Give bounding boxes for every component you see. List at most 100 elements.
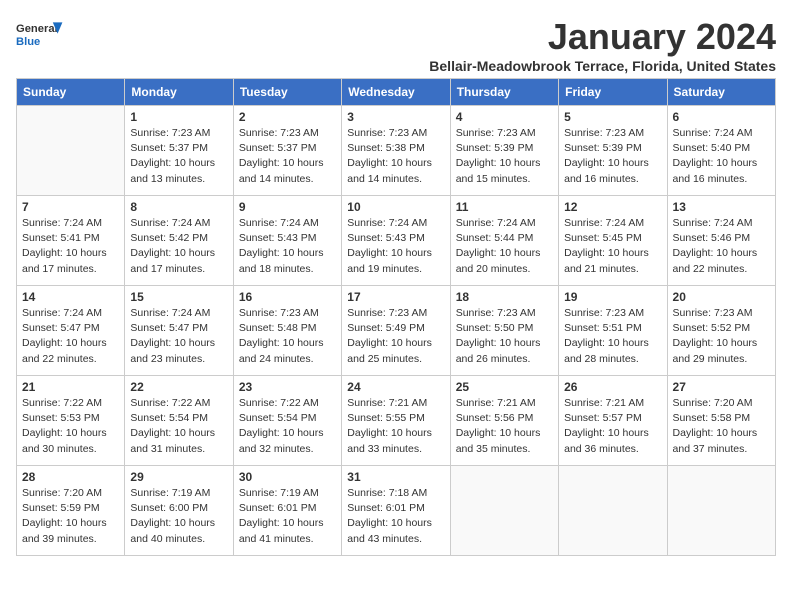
day-info: Sunrise: 7:21 AM Sunset: 5:56 PM Dayligh…: [456, 396, 553, 457]
day-number: 3: [347, 110, 444, 124]
day-cell: 14 Sunrise: 7:24 AM Sunset: 5:47 PM Dayli…: [17, 286, 125, 376]
day-number: 6: [673, 110, 770, 124]
weekday-header-tuesday: Tuesday: [233, 79, 341, 106]
svg-text:Blue: Blue: [16, 36, 40, 48]
calendar-table: SundayMondayTuesdayWednesdayThursdayFrid…: [16, 78, 776, 556]
day-number: 18: [456, 290, 553, 304]
day-cell: [450, 466, 558, 556]
day-cell: 10 Sunrise: 7:24 AM Sunset: 5:43 PM Dayli…: [342, 196, 450, 286]
day-info: Sunrise: 7:23 AM Sunset: 5:37 PM Dayligh…: [130, 126, 227, 187]
day-info: Sunrise: 7:23 AM Sunset: 5:48 PM Dayligh…: [239, 306, 336, 367]
day-cell: 25 Sunrise: 7:21 AM Sunset: 5:56 PM Dayli…: [450, 376, 558, 466]
day-number: 1: [130, 110, 227, 124]
day-number: 14: [22, 290, 119, 304]
day-info: Sunrise: 7:19 AM Sunset: 6:01 PM Dayligh…: [239, 486, 336, 547]
day-info: Sunrise: 7:24 AM Sunset: 5:47 PM Dayligh…: [130, 306, 227, 367]
day-info: Sunrise: 7:23 AM Sunset: 5:37 PM Dayligh…: [239, 126, 336, 187]
day-info: Sunrise: 7:23 AM Sunset: 5:38 PM Dayligh…: [347, 126, 444, 187]
day-cell: 5 Sunrise: 7:23 AM Sunset: 5:39 PM Daylig…: [559, 106, 667, 196]
day-info: Sunrise: 7:23 AM Sunset: 5:51 PM Dayligh…: [564, 306, 661, 367]
day-cell: 27 Sunrise: 7:20 AM Sunset: 5:58 PM Dayli…: [667, 376, 775, 466]
day-cell: 4 Sunrise: 7:23 AM Sunset: 5:39 PM Daylig…: [450, 106, 558, 196]
day-number: 29: [130, 470, 227, 484]
day-cell: 2 Sunrise: 7:23 AM Sunset: 5:37 PM Daylig…: [233, 106, 341, 196]
day-number: 31: [347, 470, 444, 484]
day-number: 5: [564, 110, 661, 124]
day-cell: 18Sunrise: 7:23 AM Sunset: 5:50 PM Dayli…: [450, 286, 558, 376]
day-info: Sunrise: 7:23 AM Sunset: 5:49 PM Dayligh…: [347, 306, 444, 367]
day-number: 17: [347, 290, 444, 304]
day-number: 28: [22, 470, 119, 484]
day-number: 26: [564, 380, 661, 394]
day-cell: 12 Sunrise: 7:24 AM Sunset: 5:45 PM Dayli…: [559, 196, 667, 286]
day-cell: 3 Sunrise: 7:23 AM Sunset: 5:38 PM Daylig…: [342, 106, 450, 196]
day-cell: [17, 106, 125, 196]
day-info: Sunrise: 7:23 AM Sunset: 5:39 PM Dayligh…: [456, 126, 553, 187]
title-block: January 2024 Bellair-Meadowbrook Terrace…: [429, 16, 776, 74]
day-number: 4: [456, 110, 553, 124]
day-cell: 28 Sunrise: 7:20 AM Sunset: 5:59 PM Dayli…: [17, 466, 125, 556]
day-cell: 20 Sunrise: 7:23 AM Sunset: 5:52 PM Dayli…: [667, 286, 775, 376]
day-cell: [667, 466, 775, 556]
day-number: 24: [347, 380, 444, 394]
week-row-4: 21Sunrise: 7:22 AM Sunset: 5:53 PM Dayli…: [17, 376, 776, 466]
month-title: January 2024: [429, 16, 776, 58]
day-number: 22: [130, 380, 227, 394]
day-info: Sunrise: 7:23 AM Sunset: 5:39 PM Dayligh…: [564, 126, 661, 187]
week-row-5: 28 Sunrise: 7:20 AM Sunset: 5:59 PM Dayli…: [17, 466, 776, 556]
day-cell: 1 Sunrise: 7:23 AM Sunset: 5:37 PM Daylig…: [125, 106, 233, 196]
day-cell: 22 Sunrise: 7:22 AM Sunset: 5:54 PM Dayli…: [125, 376, 233, 466]
day-cell: 29 Sunrise: 7:19 AM Sunset: 6:00 PM Dayli…: [125, 466, 233, 556]
day-info: Sunrise: 7:21 AM Sunset: 5:57 PM Dayligh…: [564, 396, 661, 457]
day-info: Sunrise: 7:24 AM Sunset: 5:45 PM Dayligh…: [564, 216, 661, 277]
page-header: General Blue January 2024 Bellair-Meadow…: [16, 16, 776, 74]
day-cell: [559, 466, 667, 556]
day-info: Sunrise: 7:24 AM Sunset: 5:40 PM Dayligh…: [673, 126, 770, 187]
day-info: Sunrise: 7:23 AM Sunset: 5:52 PM Dayligh…: [673, 306, 770, 367]
day-cell: 24 Sunrise: 7:21 AM Sunset: 5:55 PM Dayli…: [342, 376, 450, 466]
day-info: Sunrise: 7:24 AM Sunset: 5:44 PM Dayligh…: [456, 216, 553, 277]
day-number: 9: [239, 200, 336, 214]
day-info: Sunrise: 7:22 AM Sunset: 5:53 PM Dayligh…: [22, 396, 119, 457]
day-number: 30: [239, 470, 336, 484]
day-cell: 9 Sunrise: 7:24 AM Sunset: 5:43 PM Daylig…: [233, 196, 341, 286]
day-number: 10: [347, 200, 444, 214]
day-info: Sunrise: 7:24 AM Sunset: 5:43 PM Dayligh…: [239, 216, 336, 277]
day-cell: 13Sunrise: 7:24 AM Sunset: 5:46 PM Dayli…: [667, 196, 775, 286]
weekday-header-monday: Monday: [125, 79, 233, 106]
day-info: Sunrise: 7:20 AM Sunset: 5:58 PM Dayligh…: [673, 396, 770, 457]
day-info: Sunrise: 7:24 AM Sunset: 5:42 PM Dayligh…: [130, 216, 227, 277]
day-info: Sunrise: 7:20 AM Sunset: 5:59 PM Dayligh…: [22, 486, 119, 547]
day-number: 2: [239, 110, 336, 124]
day-cell: 19 Sunrise: 7:23 AM Sunset: 5:51 PM Dayli…: [559, 286, 667, 376]
day-cell: 30 Sunrise: 7:19 AM Sunset: 6:01 PM Dayli…: [233, 466, 341, 556]
day-number: 12: [564, 200, 661, 214]
day-info: Sunrise: 7:24 AM Sunset: 5:41 PM Dayligh…: [22, 216, 119, 277]
day-number: 25: [456, 380, 553, 394]
day-number: 19: [564, 290, 661, 304]
day-number: 11: [456, 200, 553, 214]
day-info: Sunrise: 7:21 AM Sunset: 5:55 PM Dayligh…: [347, 396, 444, 457]
day-cell: 21Sunrise: 7:22 AM Sunset: 5:53 PM Dayli…: [17, 376, 125, 466]
subtitle: Bellair-Meadowbrook Terrace, Florida, Un…: [429, 58, 776, 74]
day-cell: 7 Sunrise: 7:24 AM Sunset: 5:41 PM Daylig…: [17, 196, 125, 286]
day-info: Sunrise: 7:24 AM Sunset: 5:43 PM Dayligh…: [347, 216, 444, 277]
weekday-header-saturday: Saturday: [667, 79, 775, 106]
svg-text:General: General: [16, 23, 58, 35]
day-info: Sunrise: 7:24 AM Sunset: 5:47 PM Dayligh…: [22, 306, 119, 367]
day-cell: 26 Sunrise: 7:21 AM Sunset: 5:57 PM Dayli…: [559, 376, 667, 466]
logo: General Blue: [16, 16, 64, 52]
logo-icon: General Blue: [16, 16, 64, 52]
weekday-header-row: SundayMondayTuesdayWednesdayThursdayFrid…: [17, 79, 776, 106]
weekday-header-wednesday: Wednesday: [342, 79, 450, 106]
day-info: Sunrise: 7:18 AM Sunset: 6:01 PM Dayligh…: [347, 486, 444, 547]
day-number: 15: [130, 290, 227, 304]
day-info: Sunrise: 7:22 AM Sunset: 5:54 PM Dayligh…: [130, 396, 227, 457]
day-number: 23: [239, 380, 336, 394]
day-info: Sunrise: 7:19 AM Sunset: 6:00 PM Dayligh…: [130, 486, 227, 547]
day-number: 20: [673, 290, 770, 304]
day-number: 27: [673, 380, 770, 394]
week-row-2: 7 Sunrise: 7:24 AM Sunset: 5:41 PM Daylig…: [17, 196, 776, 286]
week-row-1: 1 Sunrise: 7:23 AM Sunset: 5:37 PM Daylig…: [17, 106, 776, 196]
day-number: 7: [22, 200, 119, 214]
